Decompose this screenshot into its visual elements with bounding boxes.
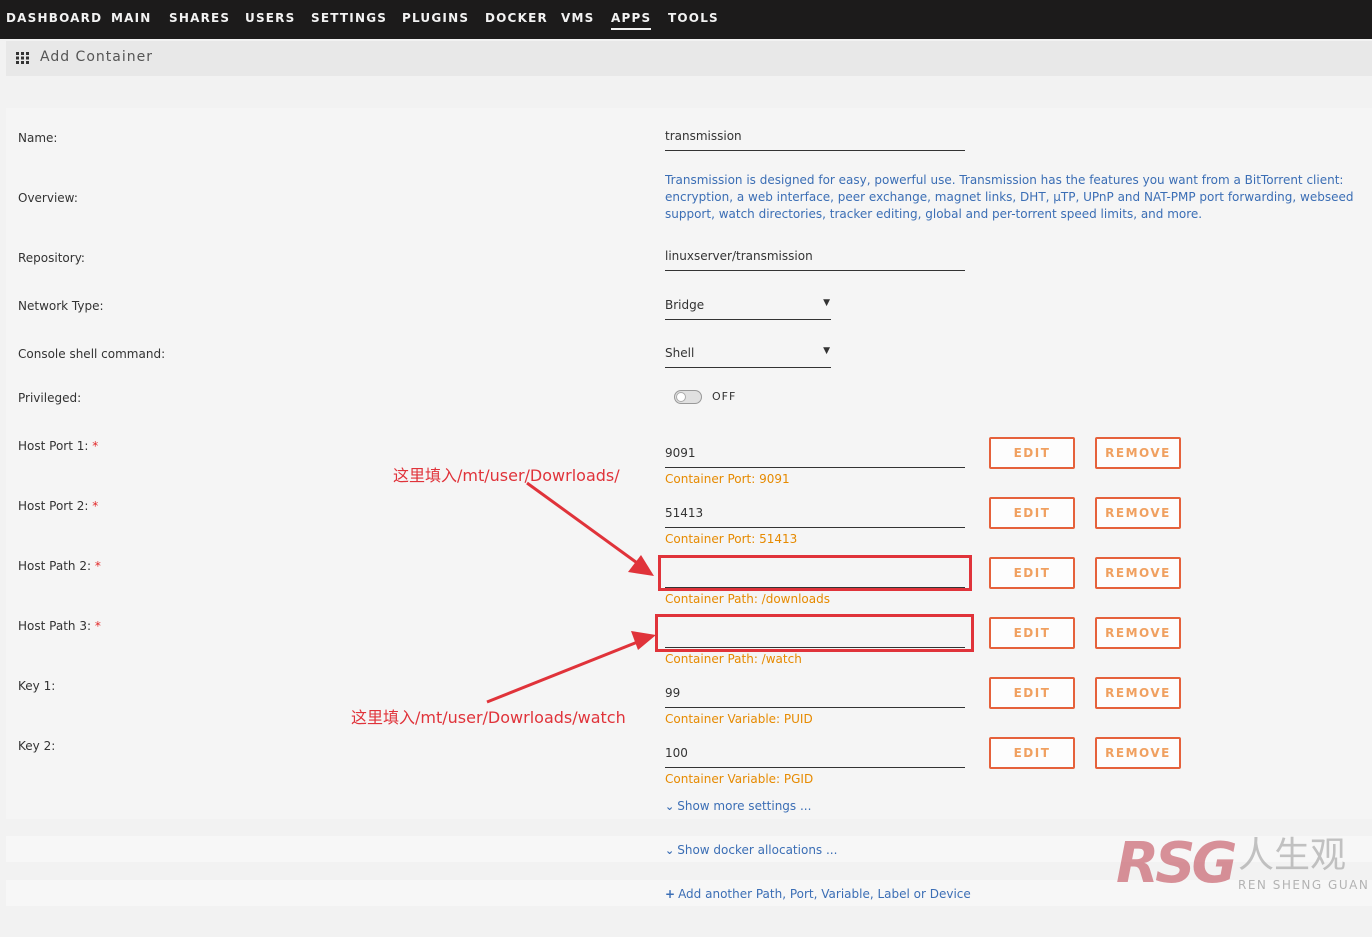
- top-nav: DASHBOARD MAIN SHARES USERS SETTINGS PLU…: [0, 0, 1372, 39]
- required-mark: *: [94, 559, 101, 573]
- console-shell-label: Console shell command:: [18, 347, 166, 361]
- page-title: Add Container: [40, 49, 153, 65]
- host-port-2-label: Host Port 2: *: [18, 499, 99, 513]
- nav-shares[interactable]: SHARES: [169, 11, 230, 25]
- privileged-label: Privileged:: [18, 391, 82, 405]
- nav-apps[interactable]: APPS: [611, 11, 652, 30]
- host-port-1-label: Host Port 1: *: [18, 439, 99, 453]
- required-mark: *: [92, 499, 99, 513]
- annotation-box-watch: [655, 614, 974, 652]
- nav-vms[interactable]: VMS: [561, 11, 594, 25]
- nav-tools[interactable]: TOOLS: [668, 11, 719, 25]
- host-port-2-hint: Container Port: 51413: [665, 532, 798, 546]
- annotation-downloads: 这里填入/mt/user/Dowrloads/: [393, 466, 620, 485]
- show-docker-allocations-link[interactable]: ⌄ Show docker allocations ...: [665, 843, 837, 857]
- repository-input[interactable]: linuxserver/transmission: [665, 247, 965, 271]
- host-path-2-edit-button[interactable]: EDIT: [989, 557, 1075, 589]
- key-1-hint: Container Variable: PUID: [665, 712, 813, 726]
- caret-down-icon: ▼: [823, 298, 830, 308]
- network-type-label: Network Type:: [18, 299, 104, 313]
- grid-icon: [16, 52, 29, 64]
- nav-users[interactable]: USERS: [245, 11, 295, 25]
- caret-down-icon: ▼: [823, 346, 830, 356]
- host-port-2-remove-button[interactable]: REMOVE: [1095, 497, 1181, 529]
- key-2-label: Key 2:: [18, 739, 56, 753]
- host-port-2-edit-button[interactable]: EDIT: [989, 497, 1075, 529]
- nav-plugins[interactable]: PLUGINS: [402, 11, 469, 25]
- privileged-toggle[interactable]: [674, 390, 702, 404]
- watermark-chinese: 人生观: [1238, 835, 1347, 876]
- key-1-label: Key 1:: [18, 679, 56, 693]
- key-1-remove-button[interactable]: REMOVE: [1095, 677, 1181, 709]
- required-mark: *: [92, 439, 99, 453]
- name-input[interactable]: transmission: [665, 127, 965, 151]
- show-more-settings-link[interactable]: ⌄ Show more settings ...: [665, 799, 811, 813]
- overview-text: Transmission is designed for easy, power…: [665, 173, 1354, 221]
- key-2-remove-button[interactable]: REMOVE: [1095, 737, 1181, 769]
- network-type-value: Bridge: [665, 298, 705, 312]
- key-2-hint: Container Variable: PGID: [665, 772, 814, 786]
- host-port-1-remove-button[interactable]: REMOVE: [1095, 437, 1181, 469]
- host-port-1-hint: Container Port: 9091: [665, 472, 790, 486]
- key-2-input[interactable]: 100: [665, 744, 965, 768]
- host-port-1-input[interactable]: 9091: [665, 444, 965, 468]
- watermark-logo: RSG: [1116, 831, 1237, 896]
- host-path-3-edit-button[interactable]: EDIT: [989, 617, 1075, 649]
- required-mark: *: [94, 619, 101, 633]
- host-port-1-edit-button[interactable]: EDIT: [989, 437, 1075, 469]
- key-1-input[interactable]: 99: [665, 684, 965, 708]
- repository-label: Repository:: [18, 251, 85, 265]
- chevron-down-icon: ⌄: [665, 844, 675, 857]
- name-label: Name:: [18, 131, 58, 145]
- nav-settings[interactable]: SETTINGS: [311, 11, 387, 25]
- watermark: RSG 人生观 REN SHENG GUAN: [1116, 834, 1372, 896]
- console-shell-value: Shell: [665, 346, 695, 360]
- nav-main[interactable]: MAIN: [111, 11, 152, 25]
- host-path-2-remove-button[interactable]: REMOVE: [1095, 557, 1181, 589]
- chevron-down-icon: ⌄: [665, 800, 675, 813]
- nav-dashboard[interactable]: DASHBOARD: [6, 11, 102, 25]
- watermark-english: REN SHENG GUAN: [1238, 878, 1370, 892]
- nav-docker[interactable]: DOCKER: [485, 11, 548, 25]
- key-1-edit-button[interactable]: EDIT: [989, 677, 1075, 709]
- network-type-select[interactable]: Bridge ▼: [665, 296, 831, 320]
- console-shell-select[interactable]: Shell ▼: [665, 344, 831, 368]
- annotation-box-downloads: [658, 555, 972, 591]
- host-port-2-input[interactable]: 51413: [665, 504, 965, 528]
- overview-label: Overview:: [18, 191, 78, 205]
- host-path-2-label: Host Path 2: *: [18, 559, 101, 573]
- plus-icon: +: [665, 887, 676, 901]
- host-path-2-hint: Container Path: /downloads: [665, 592, 830, 606]
- key-2-edit-button[interactable]: EDIT: [989, 737, 1075, 769]
- host-path-3-remove-button[interactable]: REMOVE: [1095, 617, 1181, 649]
- annotation-watch: 这里填入/mt/user/Dowrloads/watch: [351, 708, 626, 727]
- toggle-knob: [676, 392, 686, 402]
- host-path-3-label: Host Path 3: *: [18, 619, 101, 633]
- title-bar: Add Container: [6, 41, 1372, 76]
- host-path-3-hint: Container Path: /watch: [665, 652, 802, 666]
- add-another-link[interactable]: + Add another Path, Port, Variable, Label…: [665, 887, 971, 901]
- privileged-state: OFF: [712, 390, 737, 403]
